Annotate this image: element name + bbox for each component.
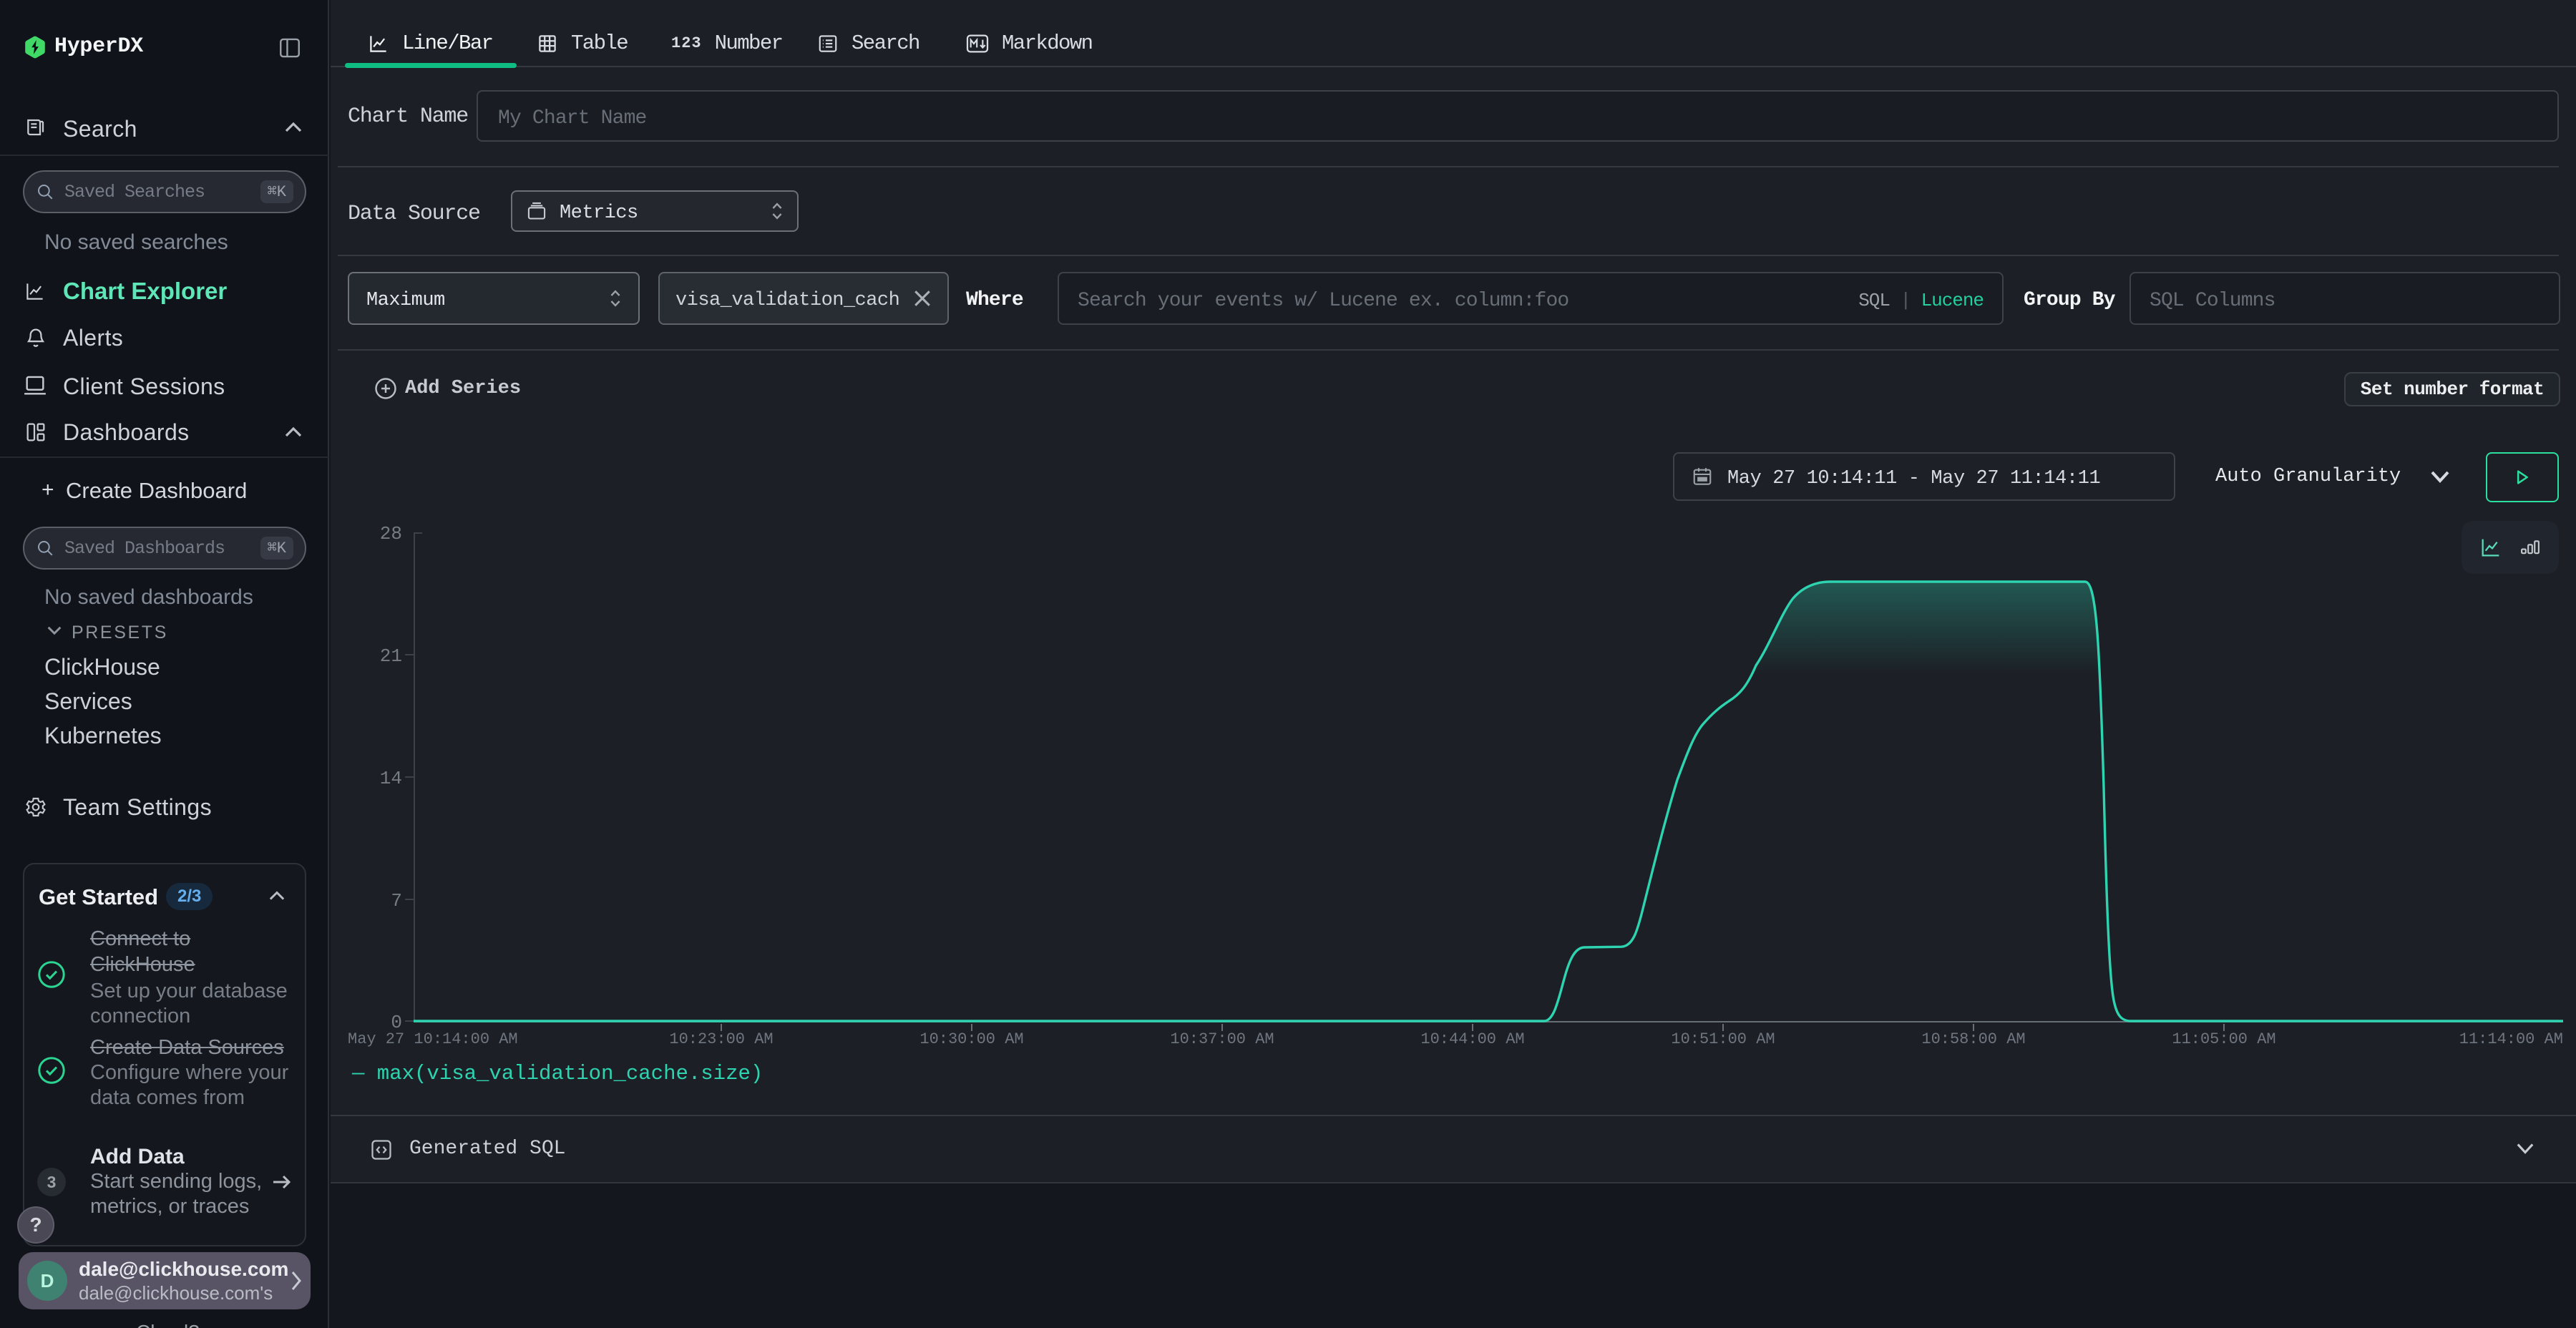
svg-text:7: 7 bbox=[391, 890, 402, 912]
svg-text:28: 28 bbox=[380, 523, 402, 545]
svg-text:10:58:00 AM: 10:58:00 AM bbox=[1921, 1030, 2025, 1048]
svg-text:14: 14 bbox=[380, 768, 402, 789]
svg-text:10:23:00 AM: 10:23:00 AM bbox=[669, 1030, 773, 1048]
svg-text:10:37:00 AM: 10:37:00 AM bbox=[1170, 1030, 1274, 1048]
svg-text:10:44:00 AM: 10:44:00 AM bbox=[1420, 1030, 1524, 1048]
svg-text:10:30:00 AM: 10:30:00 AM bbox=[919, 1030, 1023, 1048]
svg-text:— max(visa_validation_cache.si: — max(visa_validation_cache.size) bbox=[351, 1062, 763, 1085]
svg-text:11:14:00 AM: 11:14:00 AM bbox=[2459, 1030, 2563, 1048]
svg-text:11:05:00 AM: 11:05:00 AM bbox=[2172, 1030, 2275, 1048]
svg-text:10:51:00 AM: 10:51:00 AM bbox=[1671, 1030, 1775, 1048]
svg-text:21: 21 bbox=[380, 645, 402, 667]
svg-text:May 27 10:14:00 AM: May 27 10:14:00 AM bbox=[348, 1030, 518, 1048]
